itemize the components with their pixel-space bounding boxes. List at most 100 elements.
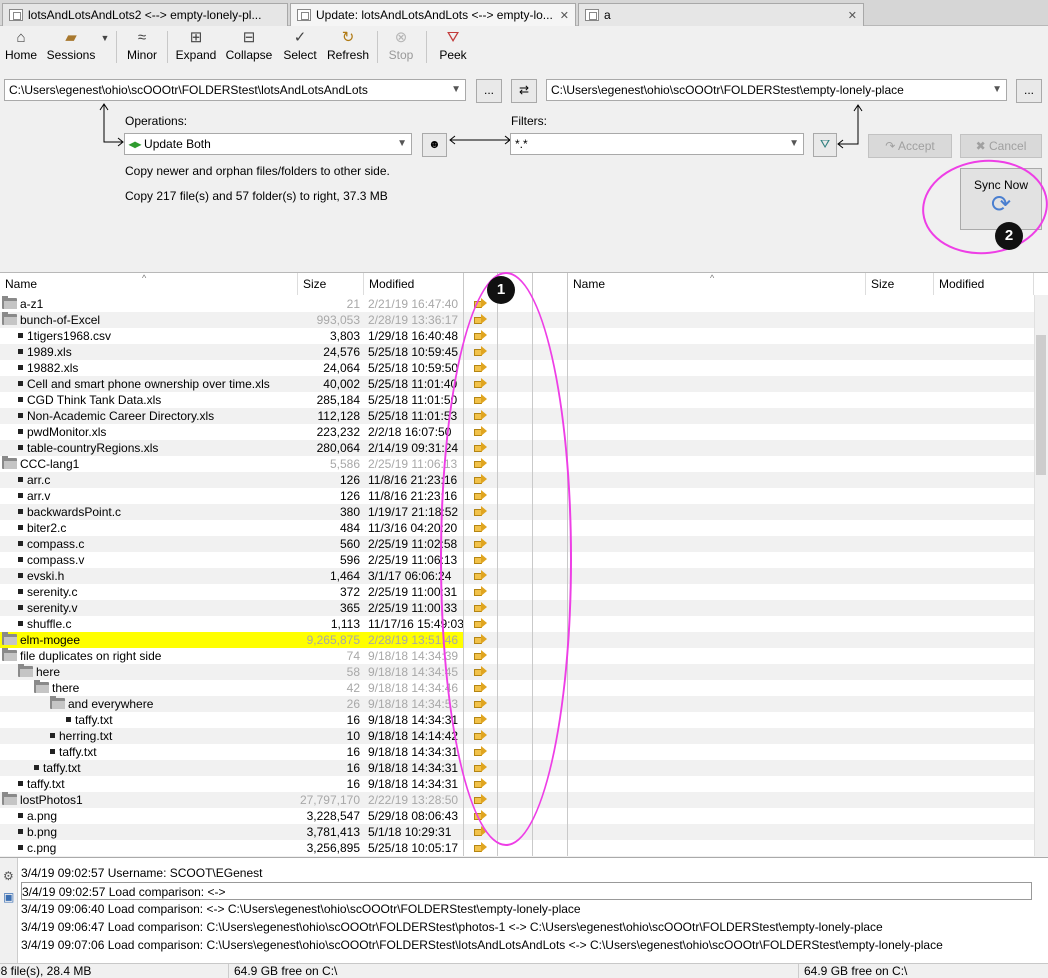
left-cells: compass.c 560 2/25/19 11:02:58 [0, 536, 463, 552]
accept-button[interactable]: ↷ Accept [868, 134, 952, 158]
item-name-text: Non-Academic Career Directory.xls [27, 409, 215, 423]
item-modified: 2/22/19 13:28:50 [368, 793, 459, 807]
file-row[interactable]: c.png 3,256,895 5/25/18 10:05:17 [0, 840, 1034, 856]
peek-button[interactable]: ⛛ Peek [434, 29, 472, 65]
file-icon [50, 749, 55, 754]
home-button[interactable]: ⌂ Home [2, 29, 40, 65]
peek-filter-icon: ⛛ [446, 29, 460, 46]
header-label: Name [5, 277, 38, 291]
item-name-text: taffy.txt [59, 745, 97, 759]
stop-icon: ⊗ [394, 29, 408, 46]
item-name-text: CGD Think Tank Data.xls [27, 393, 162, 407]
item-name: arr.c [18, 472, 292, 488]
gear-icon[interactable]: ⚙ [3, 869, 14, 883]
approx-icon: ≈ [137, 29, 147, 46]
cancel-icon: ✖ [975, 139, 990, 153]
item-name-text: there [52, 681, 80, 695]
close-icon[interactable]: ✕ [560, 9, 569, 22]
briefcase-icon: ▰ [65, 29, 77, 46]
item-modified: 5/25/18 11:01:40 [368, 377, 458, 391]
cancel-label: Cancel [989, 139, 1027, 153]
chevron-down-icon[interactable]: ▼ [451, 80, 461, 100]
select-button[interactable]: ✓ Select [281, 29, 319, 65]
minor-button[interactable]: ≈ Minor [122, 29, 162, 65]
scrollbar-thumb[interactable] [1036, 335, 1046, 475]
filter-button[interactable]: ⛛ [813, 133, 837, 157]
file-icon [18, 813, 23, 818]
left-cells: 1989.xls 24,576 5/25/18 10:59:45 [0, 344, 463, 360]
file-icon [18, 477, 23, 482]
left-cells: taffy.txt 16 9/18/18 14:34:31 [0, 760, 463, 776]
item-name-text: lostPhotos1 [20, 793, 83, 807]
sort-up-icon: ^ [710, 273, 715, 283]
folder-icon [18, 664, 33, 677]
left-cells: biter2.c 484 11/3/16 04:20:20 [0, 520, 463, 536]
item-name: biter2.c [18, 520, 292, 536]
sessions-button[interactable]: ▰ Sessions [46, 29, 96, 65]
item-name-text: CCC-lang1 [20, 457, 80, 471]
vertical-scrollbar[interactable] [1034, 295, 1048, 856]
sessions-label: Sessions [46, 48, 96, 62]
filters-label: Filters: [511, 114, 547, 128]
left-cells: b.png 3,781,413 5/1/18 10:29:31 [0, 824, 463, 840]
tab-update-lotsandlots[interactable]: Update: lotsAndLotsAndLots <--> empty-lo… [290, 3, 576, 26]
agent-button[interactable]: ☻ [422, 133, 447, 157]
item-size: 596 [339, 553, 360, 567]
stop-label: Stop [388, 48, 414, 62]
left-cells: c.png 3,256,895 5/25/18 10:05:17 [0, 840, 463, 856]
log-line: 3/4/19 09:06:47 Load comparison: C:\User… [21, 920, 883, 934]
file-icon [18, 781, 23, 786]
item-size: 58 [346, 665, 360, 679]
left-path-input[interactable]: C:\Users\egenest\ohio\scOOOtr\FOLDERStes… [4, 79, 466, 101]
item-name-text: 1tigers1968.csv [27, 329, 112, 343]
file-icon [18, 541, 23, 546]
expand-button[interactable]: ⊞ Expand [174, 29, 218, 65]
left-cells: backwardsPoint.c 380 1/19/17 21:18:52 [0, 504, 463, 520]
filters-input[interactable]: *.* ▼ [510, 133, 804, 155]
item-size: 74 [346, 649, 360, 663]
operations-select[interactable]: ◂▸ Update Both ▼ [124, 133, 412, 155]
file-icon [18, 397, 23, 402]
item-name-text: taffy.txt [43, 761, 81, 775]
collapse-button[interactable]: ⊟ Collapse [223, 29, 275, 65]
left-size-header[interactable]: Size [298, 273, 364, 295]
cancel-button[interactable]: ✖ Cancel [960, 134, 1042, 158]
right-path-input[interactable]: C:\Users\egenest\ohio\scOOOtr\FOLDERStes… [546, 79, 1007, 101]
copy-right-arrow-icon[interactable] [474, 842, 487, 852]
compare-icon [585, 9, 599, 21]
right-modified-header[interactable]: Modified [934, 273, 1034, 295]
tab-label: Update: lotsAndLotsAndLots <--> empty-lo… [316, 8, 553, 22]
left-cells: a.png 3,228,547 5/29/18 08:06:43 [0, 808, 463, 824]
item-size: 16 [346, 745, 360, 759]
left-name-header[interactable]: Name ^ [0, 273, 298, 295]
status-free-right: 64.9 GB free on C:\ [804, 964, 908, 978]
collapse-label: Collapse [225, 48, 273, 62]
item-size: 112,128 [317, 409, 361, 423]
item-name: a-z1 [2, 296, 292, 312]
chevron-down-icon[interactable]: ▼ [789, 134, 799, 154]
stop-button[interactable]: ⊗ Stop [384, 29, 418, 65]
item-size: 16 [346, 761, 360, 775]
chevron-down-icon[interactable]: ▼ [397, 134, 407, 154]
folder-icon [2, 792, 17, 805]
chevron-down-icon[interactable]: ▼ [992, 80, 1002, 100]
toolbar-separator [426, 31, 427, 63]
close-icon[interactable]: ✕ [848, 9, 857, 22]
left-cells: evski.h 1,464 3/1/17 06:06:24 [0, 568, 463, 584]
item-size: 9,265,875 [306, 633, 360, 647]
item-name-text: table-countryRegions.xls [27, 441, 159, 455]
log-line-selected[interactable]: 3/4/19 09:02:57 Load comparison: <-> [21, 882, 1032, 900]
save-icon[interactable]: ▣ [3, 890, 14, 904]
accept-icon: ↷ [885, 139, 899, 153]
compare-icon [297, 9, 311, 21]
item-name: elm-mogee [2, 632, 292, 648]
left-modified-header[interactable]: Modified [364, 273, 464, 295]
refresh-button[interactable]: ↻ Refresh [325, 29, 371, 65]
right-name-header[interactable]: Name ^ [568, 273, 866, 295]
right-size-header[interactable]: Size [866, 273, 934, 295]
sessions-dropdown[interactable]: ▼ [99, 29, 111, 65]
tab-lotsandlots2[interactable]: lotsAndLotsAndLots2 <--> empty-lonely-pl… [2, 3, 288, 26]
item-name-text: shuffle.c [27, 617, 72, 631]
tab-a[interactable]: a ✕ [578, 3, 864, 26]
item-size: 380 [339, 505, 360, 519]
